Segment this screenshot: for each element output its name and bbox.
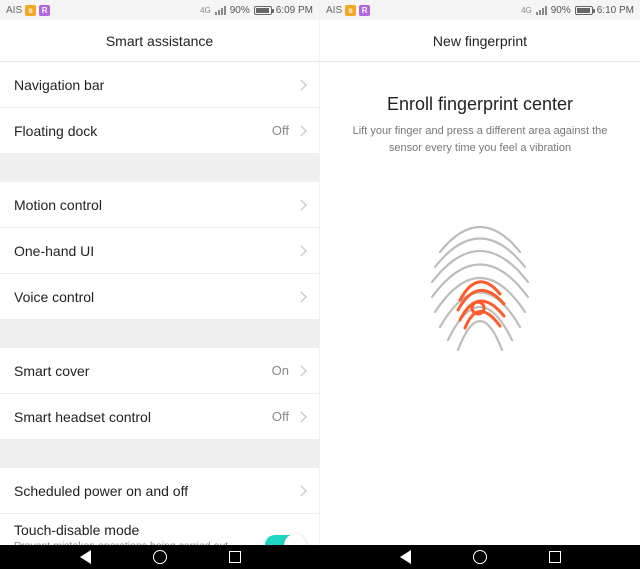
chevron-right-icon [295,245,306,256]
section-gap [0,440,319,468]
row-navigation-bar[interactable]: Navigation bar [0,62,319,108]
page-title: New fingerprint [320,20,640,62]
row-label: One-hand UI [14,243,94,259]
smart-assistance-screen: AIS s R 4G 90% 6:09 PM Smart assistance … [0,0,320,545]
enroll-area: Enroll fingerprint center Lift your fing… [320,62,640,545]
row-scheduled-power[interactable]: Scheduled power on and off [0,468,319,514]
sim2-icon: R [39,5,50,16]
carrier-label: AIS [6,5,22,16]
home-button[interactable] [473,550,487,564]
row-value: Off [272,123,289,138]
battery-percent: 90% [551,5,571,16]
chevron-right-icon [295,79,306,90]
row-smart-headset-control[interactable]: Smart headset control Off [0,394,319,440]
battery-icon [575,6,593,15]
chevron-right-icon [295,291,306,302]
battery-percent: 90% [230,5,250,16]
row-value: Off [272,409,289,424]
signal-icon [215,6,226,15]
row-label: Motion control [14,197,102,213]
enroll-subtext: Lift your finger and press a different a… [338,123,622,156]
row-label: Scheduled power on and off [14,483,188,499]
recents-button[interactable] [549,551,561,563]
section-gap [0,154,319,182]
chevron-right-icon [295,485,306,496]
row-label: Voice control [14,289,94,305]
row-label: Touch-disable mode [14,522,234,538]
battery-icon [254,6,272,15]
clock: 6:10 PM [597,5,634,16]
chevron-right-icon [295,411,306,422]
row-touch-disable-mode: Touch-disable mode Prevent mistaken oper… [0,514,319,545]
enroll-heading: Enroll fingerprint center [387,94,573,115]
row-one-hand-ui[interactable]: One-hand UI [0,228,319,274]
row-motion-control[interactable]: Motion control [0,182,319,228]
carrier-label: AIS [326,5,342,16]
network-type: 4G [521,6,532,15]
signal-icon [536,6,547,15]
chevron-right-icon [295,125,306,136]
sim2-icon: R [359,5,370,16]
page-title: Smart assistance [0,20,319,62]
back-button[interactable] [80,550,91,564]
status-bar: AIS s R 4G 90% 6:10 PM [320,0,640,20]
row-label: Smart headset control [14,409,151,425]
network-type: 4G [200,6,211,15]
status-bar: AIS s R 4G 90% 6:09 PM [0,0,319,20]
row-sublabel: Prevent mistaken operations being carrie… [14,540,234,545]
touch-disable-toggle[interactable] [265,535,305,545]
row-floating-dock[interactable]: Floating dock Off [0,108,319,154]
settings-list: Navigation bar Floating dock Off Motion … [0,62,319,545]
back-button[interactable] [400,550,411,564]
section-gap [0,320,319,348]
row-label: Navigation bar [14,77,104,93]
row-voice-control[interactable]: Voice control [0,274,319,320]
chevron-right-icon [295,199,306,210]
row-value: On [272,363,289,378]
clock: 6:09 PM [276,5,313,16]
new-fingerprint-screen: AIS s R 4G 90% 6:10 PM New fingerprint E… [320,0,640,545]
row-label: Smart cover [14,363,89,379]
sim1-icon: s [345,5,356,16]
chevron-right-icon [295,365,306,376]
sim1-icon: s [25,5,36,16]
android-navbar [0,545,640,569]
row-label: Floating dock [14,123,97,139]
fingerprint-icon [420,212,540,367]
row-smart-cover[interactable]: Smart cover On [0,348,319,394]
recents-button[interactable] [229,551,241,563]
home-button[interactable] [153,550,167,564]
